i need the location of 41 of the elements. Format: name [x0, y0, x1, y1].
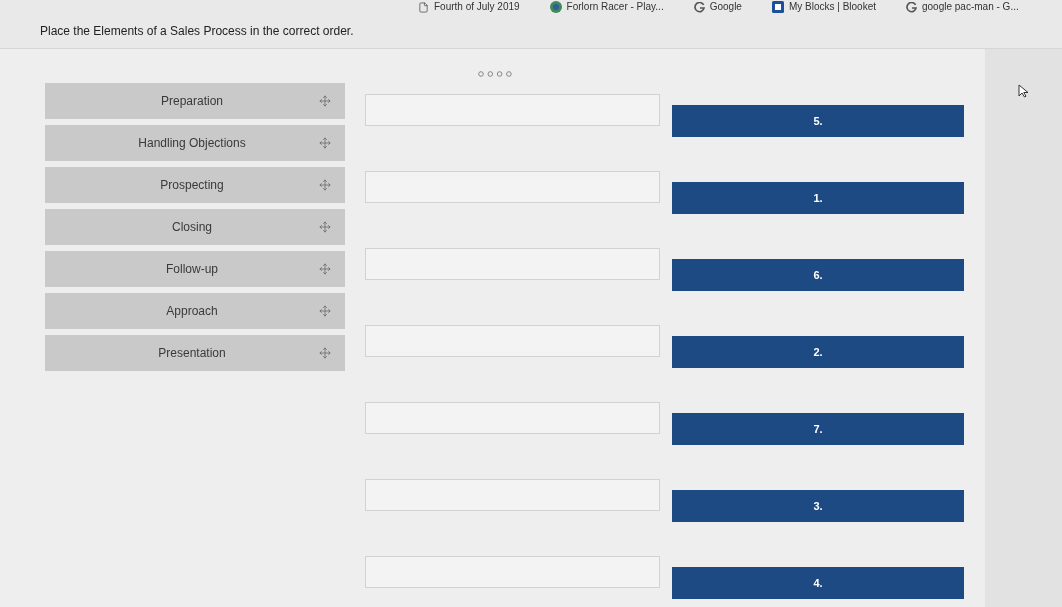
number-label: 1. — [672, 182, 964, 214]
number-label: 7. — [672, 413, 964, 445]
number-label: 2. — [672, 336, 964, 368]
draggable-item[interactable]: Follow-up — [45, 251, 345, 287]
draggable-item[interactable]: Presentation — [45, 335, 345, 371]
page-icon — [418, 1, 429, 13]
question-prompt: Place the Elements of a Sales Process in the correct order. — [40, 23, 354, 40]
number-label: 6. — [672, 259, 964, 291]
square-icon — [771, 1, 784, 13]
bookmark-link[interactable]: Fourth of July 2019 — [418, 1, 520, 13]
draggable-item[interactable]: Handling Objections — [45, 125, 345, 161]
move-icon — [319, 137, 331, 149]
drop-field[interactable] — [365, 402, 660, 434]
cursor-icon — [1018, 84, 1029, 98]
bookmark-link[interactable]: google pac-man - G... — [906, 1, 1019, 13]
circle-icon — [549, 1, 562, 13]
draggable-item[interactable]: Approach — [45, 293, 345, 329]
number-label: 4. — [672, 567, 964, 599]
draggable-item[interactable]: Prospecting — [45, 167, 345, 203]
drop-field[interactable] — [365, 556, 660, 588]
move-icon — [319, 221, 331, 233]
move-icon — [319, 95, 331, 107]
move-icon — [319, 179, 331, 191]
drop-field[interactable] — [365, 171, 660, 203]
g-logo-icon — [693, 1, 705, 13]
drop-field[interactable] — [365, 94, 660, 126]
drop-field[interactable] — [365, 248, 660, 280]
bookmark-link[interactable]: Forlorn Racer - Play... — [549, 1, 664, 13]
move-icon — [319, 263, 331, 275]
draggable-item[interactable]: Preparation — [45, 83, 345, 119]
bookmark-link[interactable]: My Blocks | Blooket — [771, 1, 876, 13]
move-icon — [319, 347, 331, 359]
g-logo-icon — [906, 1, 917, 13]
move-icon — [319, 305, 331, 317]
draggable-item[interactable]: Closing — [45, 209, 345, 245]
drop-field[interactable] — [365, 479, 660, 511]
bookmark-link[interactable]: Google — [693, 1, 742, 13]
number-label: 5. — [672, 105, 964, 137]
drop-field[interactable] — [365, 325, 660, 357]
dots-icon — [478, 71, 512, 77]
number-label: 3. — [672, 490, 964, 522]
